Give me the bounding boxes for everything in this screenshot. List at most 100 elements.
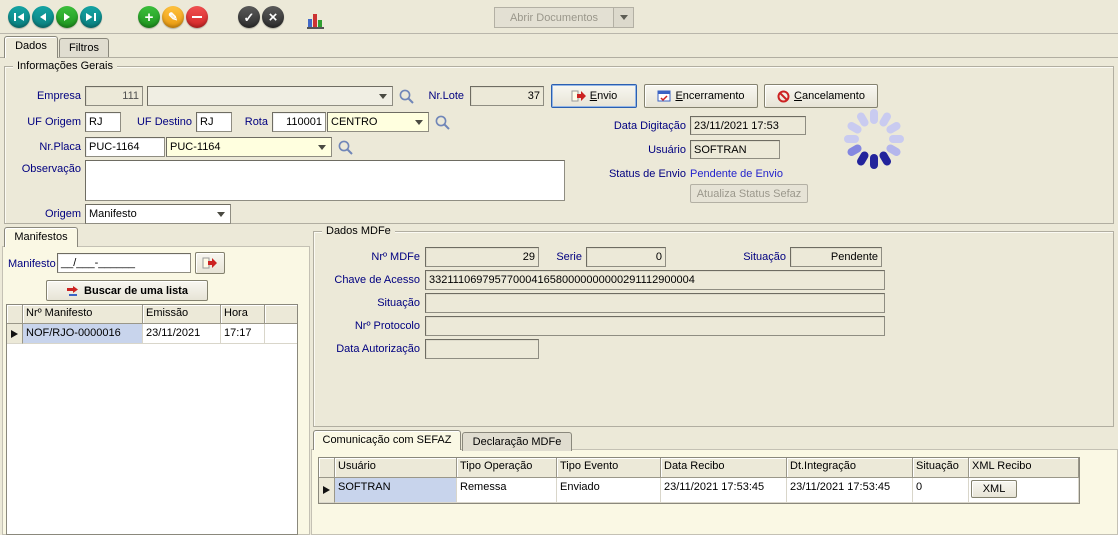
- nr-protocolo-field: [425, 316, 885, 336]
- edit-button[interactable]: ✎: [162, 6, 184, 28]
- cell-tipo-operacao[interactable]: Remessa: [457, 478, 557, 503]
- col-xml-recibo[interactable]: XML Recibo: [969, 458, 1079, 478]
- nr-protocolo-label: Nrº Protocolo: [330, 320, 420, 332]
- col-data-recibo[interactable]: Data Recibo: [661, 458, 787, 478]
- col-tipo-evento[interactable]: Tipo Evento: [557, 458, 661, 478]
- rota-code-field[interactable]: 110001: [272, 112, 326, 132]
- cell-dt-integracao[interactable]: 23/11/2021 17:53:45: [787, 478, 913, 503]
- cell-xml-recibo: XML: [969, 478, 1079, 503]
- nr-lote-label: Nr.Lote: [416, 90, 464, 102]
- serie-field: 0: [586, 247, 666, 267]
- insert-button[interactable]: +: [138, 6, 160, 28]
- chevron-down-icon: [415, 120, 423, 125]
- tab-manifestos-label: Manifestos: [14, 231, 67, 243]
- cell-situacao[interactable]: 0: [913, 478, 969, 503]
- uf-origem-label: UF Origem: [11, 116, 81, 128]
- encerramento-button[interactable]: Encerramento: [644, 84, 758, 108]
- nr-placa-field[interactable]: PUC-1164: [85, 137, 165, 157]
- status-envio-label: Status de Envio: [582, 168, 686, 180]
- manifesto-row[interactable]: NOF/RJO-0000016 23/11/2021 17:17: [7, 324, 297, 344]
- tab-filtros[interactable]: Filtros: [59, 38, 109, 57]
- tab-comunicacao-sefaz[interactable]: Comunicação com SEFAZ: [313, 430, 461, 450]
- manifesto-mask-input[interactable]: __/___-______: [57, 253, 191, 273]
- abrir-documentos-button: Abrir Documentos: [494, 7, 614, 28]
- cell-emissao[interactable]: 23/11/2021: [143, 324, 221, 344]
- rota-search-icon[interactable]: [434, 114, 451, 131]
- abrir-documentos-split: Abrir Documentos: [494, 7, 634, 28]
- rota-combobox[interactable]: CENTRO: [327, 112, 429, 132]
- first-record-button[interactable]: [8, 6, 30, 28]
- col-hora[interactable]: Hora: [221, 305, 265, 324]
- placa-search-icon[interactable]: [337, 139, 354, 156]
- chart-button[interactable]: [306, 6, 330, 30]
- nr-mdfe-label: Nrº MDFe: [330, 251, 420, 263]
- rota-label: Rota: [230, 116, 268, 128]
- xml-button[interactable]: XML: [971, 480, 1017, 498]
- buscar-lista-button[interactable]: Buscar de uma lista: [46, 280, 208, 301]
- rota-combo-value: CENTRO: [331, 116, 412, 128]
- next-record-button[interactable]: [56, 6, 78, 28]
- check-icon: ✓: [244, 11, 255, 24]
- close-icon: ×: [269, 10, 278, 25]
- tab-declaracao-mdfe[interactable]: Declaração MDFe: [462, 432, 572, 451]
- nr-placa-combo-value: PUC-1164: [170, 141, 315, 153]
- loading-spinner: [841, 106, 907, 172]
- empresa-combobox[interactable]: [147, 86, 393, 106]
- manifestos-grid-header: Nrº Manifesto Emissão Hora: [7, 305, 297, 324]
- uf-destino-label: UF Destino: [126, 116, 192, 128]
- origem-combobox[interactable]: Manifesto: [85, 204, 231, 224]
- empresa-search-icon[interactable]: [398, 88, 415, 105]
- send-icon: [571, 90, 586, 102]
- data-digitacao-label: Data Digitação: [592, 120, 686, 132]
- encerramento-icon: [657, 90, 671, 102]
- tab-filtros-label: Filtros: [69, 42, 99, 54]
- col-usuario[interactable]: Usuário: [335, 458, 457, 478]
- cell-tipo-evento[interactable]: Enviado: [557, 478, 661, 503]
- origem-label: Origem: [11, 208, 81, 220]
- nr-mdfe-field: 29: [425, 247, 539, 267]
- cell-data-recibo[interactable]: 23/11/2021 17:53:45: [661, 478, 787, 503]
- col-emissao[interactable]: Emissão: [143, 305, 221, 324]
- chevron-down-icon: [379, 94, 387, 99]
- nr-placa-combobox[interactable]: PUC-1164: [166, 137, 332, 157]
- envio-button[interactable]: Envio: [551, 84, 637, 108]
- envio-label: Envio: [590, 90, 618, 102]
- cell-usuario[interactable]: SOFTRAN: [335, 478, 457, 503]
- last-record-button[interactable]: [80, 6, 102, 28]
- atualiza-status-sefaz-button: Atualiza Status Sefaz: [690, 184, 808, 203]
- prohibition-icon: [777, 90, 790, 103]
- row-indicator: [7, 324, 23, 344]
- plus-icon: +: [145, 10, 154, 25]
- confirm-button[interactable]: ✓: [238, 6, 260, 28]
- cell-nr-manifesto[interactable]: NOF/RJO-0000016: [23, 324, 143, 344]
- cell-hora[interactable]: 17:17: [221, 324, 265, 344]
- sefaz-row[interactable]: SOFTRAN Remessa Enviado 23/11/2021 17:53…: [319, 478, 1079, 503]
- col-dt-integracao[interactable]: Dt.Integração: [787, 458, 913, 478]
- observacao-memo[interactable]: [85, 160, 565, 201]
- usuario-label: Usuário: [592, 144, 686, 156]
- uf-origem-field[interactable]: RJ: [85, 112, 121, 132]
- empresa-label: Empresa: [11, 90, 81, 102]
- manifesto-send-button[interactable]: [195, 252, 225, 274]
- dados-mdfe-title: Dados MDFe: [322, 225, 395, 237]
- cancelamento-button[interactable]: Cancelamento: [764, 84, 878, 108]
- col-tipo-operacao[interactable]: Tipo Operação: [457, 458, 557, 478]
- manifestos-grid: Nrº Manifesto Emissão Hora NOF/RJO-00000…: [6, 304, 298, 535]
- minus-icon: [192, 16, 202, 18]
- cancel-button[interactable]: ×: [262, 6, 284, 28]
- row-indicator: [319, 478, 335, 503]
- col-nr-manifesto[interactable]: Nrº Manifesto: [23, 305, 143, 324]
- tab-dados[interactable]: Dados: [4, 36, 58, 58]
- chevron-down-icon: [620, 15, 628, 20]
- data-autorizacao-label: Data Autorização: [324, 343, 420, 355]
- last-record-icon: [85, 11, 97, 23]
- prior-record-button[interactable]: [32, 6, 54, 28]
- delete-button[interactable]: [186, 6, 208, 28]
- tab-manifestos[interactable]: Manifestos: [4, 227, 78, 247]
- next-record-icon: [61, 11, 73, 23]
- col-situacao[interactable]: Situação: [913, 458, 969, 478]
- situacao2-label: Situação: [330, 297, 420, 309]
- abrir-documentos-dropdown[interactable]: [614, 7, 634, 28]
- serie-label: Serie: [542, 251, 582, 263]
- uf-destino-field[interactable]: RJ: [196, 112, 232, 132]
